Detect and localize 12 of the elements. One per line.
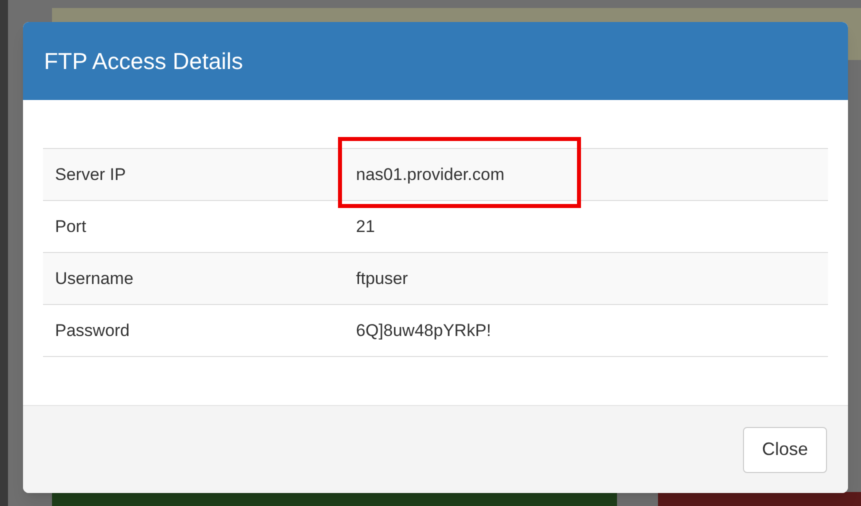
close-button[interactable]: Close <box>742 426 827 472</box>
field-value: nas01.provider.com <box>356 164 504 186</box>
status-button[interactable] <box>52 492 617 506</box>
field-label: Password <box>54 320 131 342</box>
field-value: ftpuser <box>356 268 408 290</box>
action-button[interactable] <box>658 492 861 506</box>
field-value: 21 <box>356 216 375 238</box>
field-label: Username <box>54 268 134 290</box>
field-value: 6Q]8uw48pYRkP! <box>356 320 492 342</box>
dialog-title: FTP Access Details <box>44 46 243 76</box>
field-label: Port <box>54 216 88 238</box>
field-label: Server IP <box>54 164 127 186</box>
